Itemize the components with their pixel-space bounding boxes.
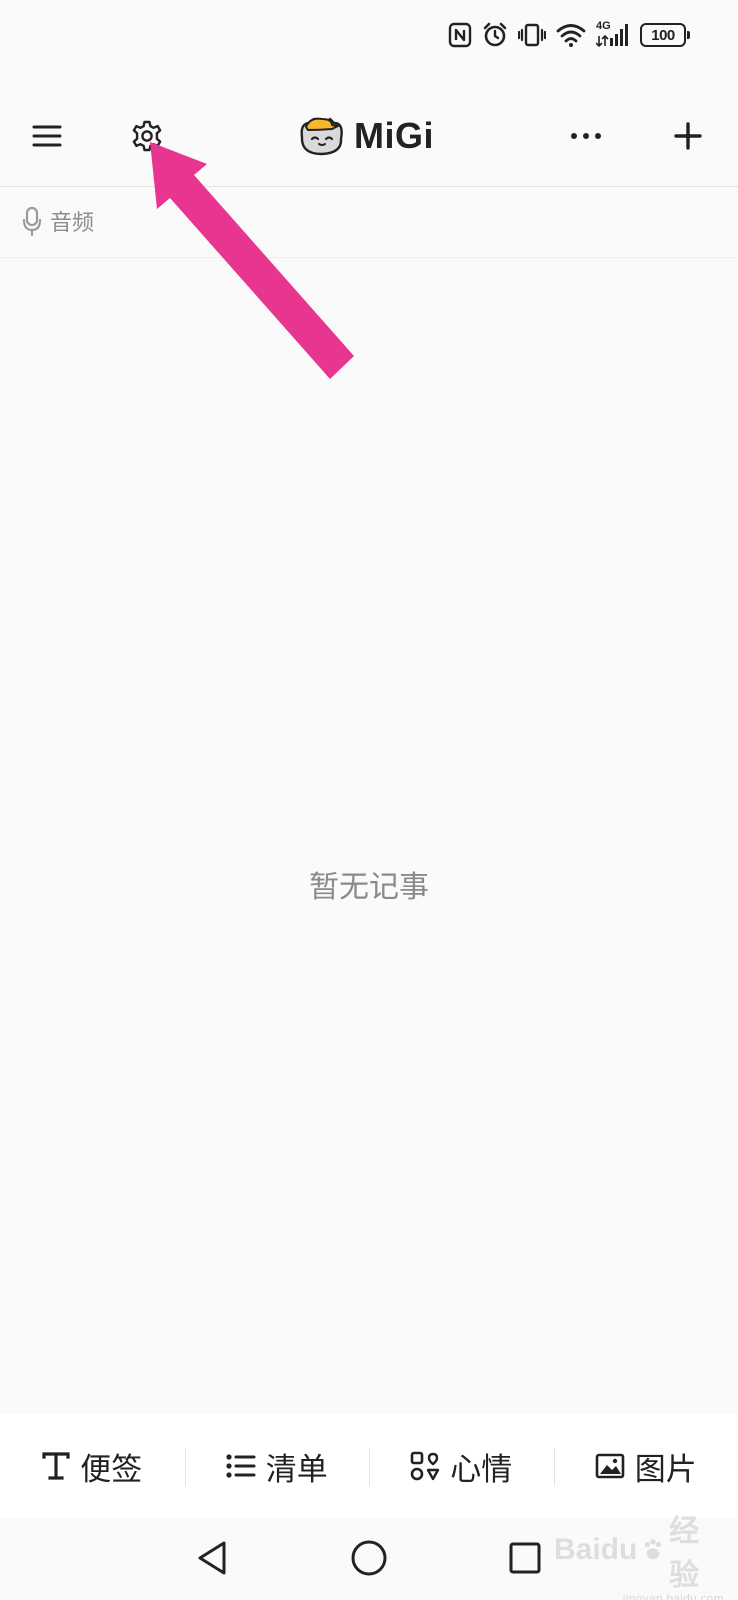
create-mood-label: 心情 bbox=[450, 1451, 513, 1488]
alarm-icon bbox=[482, 22, 508, 48]
recents-square-icon bbox=[509, 1542, 541, 1574]
filter-label: 音频 bbox=[50, 211, 95, 236]
wifi-icon bbox=[556, 23, 586, 47]
status-icons: 4G 100 bbox=[448, 20, 690, 50]
menu-button[interactable] bbox=[19, 108, 75, 164]
battery-indicator: 100 bbox=[640, 23, 690, 47]
bottom-create-bar: 便签 清单 心情 图片 bbox=[0, 1414, 738, 1518]
create-checklist-label: 清单 bbox=[265, 1451, 328, 1488]
back-triangle-icon bbox=[198, 1541, 226, 1575]
create-checklist-button[interactable]: 清单 bbox=[184, 1414, 370, 1518]
image-icon bbox=[595, 1453, 625, 1479]
filter-bar: 音频 bbox=[0, 187, 738, 258]
signal-icon: 4G bbox=[596, 20, 630, 48]
empty-state-text: 暂无记事 bbox=[309, 870, 429, 905]
watermark-logo: Baidu 经验 bbox=[554, 1506, 724, 1594]
microphone-icon bbox=[22, 206, 42, 236]
watermark: Baidu 经验 jingyan.baidu.com bbox=[554, 1506, 724, 1600]
home-circle-icon bbox=[351, 1540, 387, 1576]
nfc-icon bbox=[448, 22, 472, 48]
mood-grid-icon bbox=[410, 1451, 440, 1481]
brand: MiGi bbox=[296, 106, 434, 166]
create-image-label: 图片 bbox=[634, 1451, 697, 1488]
list-icon bbox=[226, 1454, 256, 1478]
watermark-brand: Baidu bbox=[554, 1533, 638, 1566]
cat-mascot-icon bbox=[300, 117, 343, 156]
watermark-suffix: 经验 bbox=[669, 1515, 700, 1592]
add-button[interactable] bbox=[660, 108, 716, 164]
paw-icon bbox=[645, 1539, 662, 1560]
more-dots-icon bbox=[571, 133, 601, 139]
create-mood-button[interactable]: 心情 bbox=[369, 1414, 554, 1518]
vibrate-icon bbox=[518, 22, 546, 48]
plus-icon bbox=[674, 122, 702, 150]
system-back-button[interactable] bbox=[184, 1530, 240, 1586]
more-button[interactable] bbox=[558, 108, 614, 164]
app-screen: 4G 100 MiGi 音频 暂无记事 便签 清单 心情 图片 Baidu 经验… bbox=[0, 0, 738, 1600]
create-note-button[interactable]: 便签 bbox=[0, 1414, 185, 1518]
watermark-url: jingyan.baidu.com bbox=[622, 1592, 724, 1600]
gear-icon bbox=[132, 120, 162, 152]
app-header: MiGi bbox=[0, 86, 738, 187]
filter-chip-audio[interactable]: 音频 bbox=[22, 201, 94, 241]
system-home-button[interactable] bbox=[341, 1530, 397, 1586]
hamburger-menu-icon bbox=[32, 125, 62, 147]
status-bar: 4G 100 bbox=[0, 0, 738, 72]
create-image-button[interactable]: 图片 bbox=[553, 1414, 738, 1518]
text-t-icon bbox=[42, 1452, 70, 1480]
brand-name: MiGi bbox=[354, 115, 434, 156]
settings-button[interactable] bbox=[119, 108, 175, 164]
system-recents-button[interactable] bbox=[497, 1530, 553, 1586]
create-note-label: 便签 bbox=[80, 1451, 143, 1488]
